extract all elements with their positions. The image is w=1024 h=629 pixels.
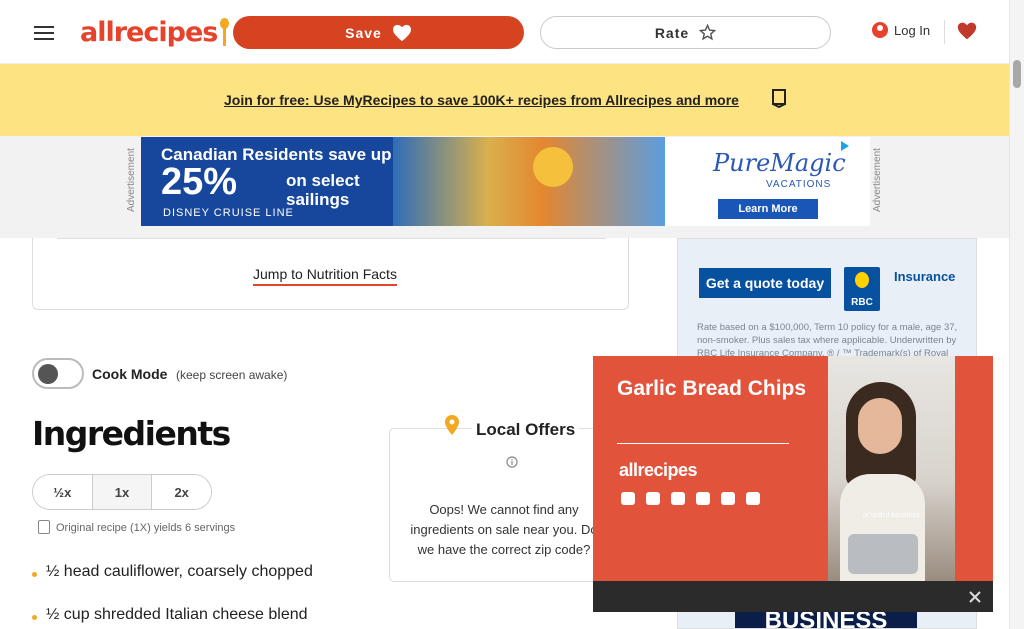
heart-icon <box>392 24 411 41</box>
character-shape <box>533 147 573 187</box>
header-divider <box>944 20 945 44</box>
facebook-icon <box>696 492 710 505</box>
insurance-label: Insurance <box>894 269 956 284</box>
page-scrollbar[interactable] <box>1009 0 1024 629</box>
user-icon <box>872 22 888 38</box>
cooking-pot <box>848 534 918 574</box>
video-side-strip <box>955 356 993 581</box>
video-divider <box>617 443 789 444</box>
allrecipes-logo[interactable]: allrecipes <box>80 14 230 50</box>
ingredients-heading: Ingredients <box>32 414 231 453</box>
video-control-bar <box>593 581 993 612</box>
yield-text: Original recipe (1X) yields 6 servings <box>56 522 236 534</box>
ad-photo <box>393 137 665 226</box>
toggle-knob <box>38 364 58 384</box>
ad-subline: on select sailings <box>286 171 360 209</box>
instagram-icon <box>671 492 685 505</box>
ingredient-bullet <box>32 572 37 577</box>
scale-1x-button[interactable]: 1x <box>92 475 153 509</box>
scale-2x-button[interactable]: 2x <box>152 475 211 509</box>
top-banner-ad[interactable]: Canadian Residents save up to 25% on sel… <box>141 137 870 226</box>
cook-mode-label: Cook Mode <box>92 366 168 382</box>
login-label: Log In <box>894 22 931 38</box>
join-link[interactable]: Join for free: Use MyRecipes to save 100… <box>224 92 739 108</box>
cook-mode-toggle[interactable] <box>32 358 84 389</box>
video-frame: or until it becomes <box>828 356 955 581</box>
login-link[interactable]: Log In <box>872 22 930 38</box>
ad-brand: DISNEY CRUISE LINE <box>163 207 294 219</box>
saved-recipes-heart-icon[interactable] <box>957 20 977 42</box>
menu-icon[interactable] <box>34 22 54 40</box>
ingredient-bullet <box>32 615 37 620</box>
person-face <box>858 398 902 454</box>
advertisement-label: Advertisement <box>126 148 137 212</box>
scale-half-button[interactable]: ½x <box>33 475 93 509</box>
video-title: Garlic Bread Chips <box>617 377 807 400</box>
location-pin-icon <box>445 415 459 435</box>
jump-to-nutrition-link[interactable]: Jump to Nutrition Facts <box>253 266 397 286</box>
info-icon[interactable] <box>506 456 518 468</box>
x-icon <box>721 492 735 505</box>
ad-right-brand: PureMagic <box>713 149 846 177</box>
servings-scale: ½x 1x 2x <box>32 474 212 510</box>
tiktok-icon <box>646 492 660 505</box>
adchoices-icon[interactable] <box>839 140 851 152</box>
youtube-icon <box>621 492 635 505</box>
join-banner: Join for free: Use MyRecipes to save 100… <box>0 64 1009 136</box>
video-caption: or until it becomes <box>863 512 920 519</box>
social-icons <box>621 492 760 505</box>
logo-text: allrecipes <box>80 16 218 48</box>
pinterest-icon <box>746 492 760 505</box>
star-icon <box>699 24 717 41</box>
save-label: Save <box>345 24 382 41</box>
ingredient-item[interactable]: ½ cup shredded Italian cheese blend <box>46 606 308 624</box>
close-video-icon[interactable] <box>967 589 983 605</box>
divider <box>57 238 606 239</box>
page: allrecipes Save Rate Log In Join for fre… <box>0 0 1024 629</box>
close-banner-icon[interactable] <box>772 88 786 108</box>
get-quote-button[interactable]: Get a quote today <box>699 268 831 298</box>
scrollbar-thumb[interactable] <box>1013 60 1021 88</box>
ingredient-item[interactable]: ½ head cauliflower, coarsely chopped <box>46 563 313 581</box>
video-player[interactable]: Garlic Bread Chips allrecipes or until i… <box>593 356 993 612</box>
spoon-icon <box>220 18 230 46</box>
local-offers-message: Oops! We cannot find any ingredients on … <box>410 502 598 557</box>
learn-more-button[interactable]: Learn More <box>718 199 818 219</box>
yield-info-icon[interactable] <box>38 520 50 534</box>
rbc-logo: RBC <box>844 267 880 311</box>
ad-fine-print: Rate based on a $100,000, Term 10 policy… <box>697 322 958 359</box>
save-button[interactable]: Save <box>233 16 524 49</box>
rate-label: Rate <box>654 24 690 41</box>
ad-right-sub: VACATIONS <box>766 179 832 190</box>
cook-mode-hint[interactable]: (keep screen awake) <box>176 368 287 382</box>
advertisement-label: Advertisement <box>872 148 883 212</box>
video-logo: allrecipes <box>619 460 698 480</box>
local-offers-title: Local Offers <box>472 420 580 440</box>
site-header: allrecipes Save Rate Log In <box>0 0 1009 64</box>
rate-button[interactable]: Rate <box>540 16 831 49</box>
ad-percent: 25% <box>161 161 238 203</box>
